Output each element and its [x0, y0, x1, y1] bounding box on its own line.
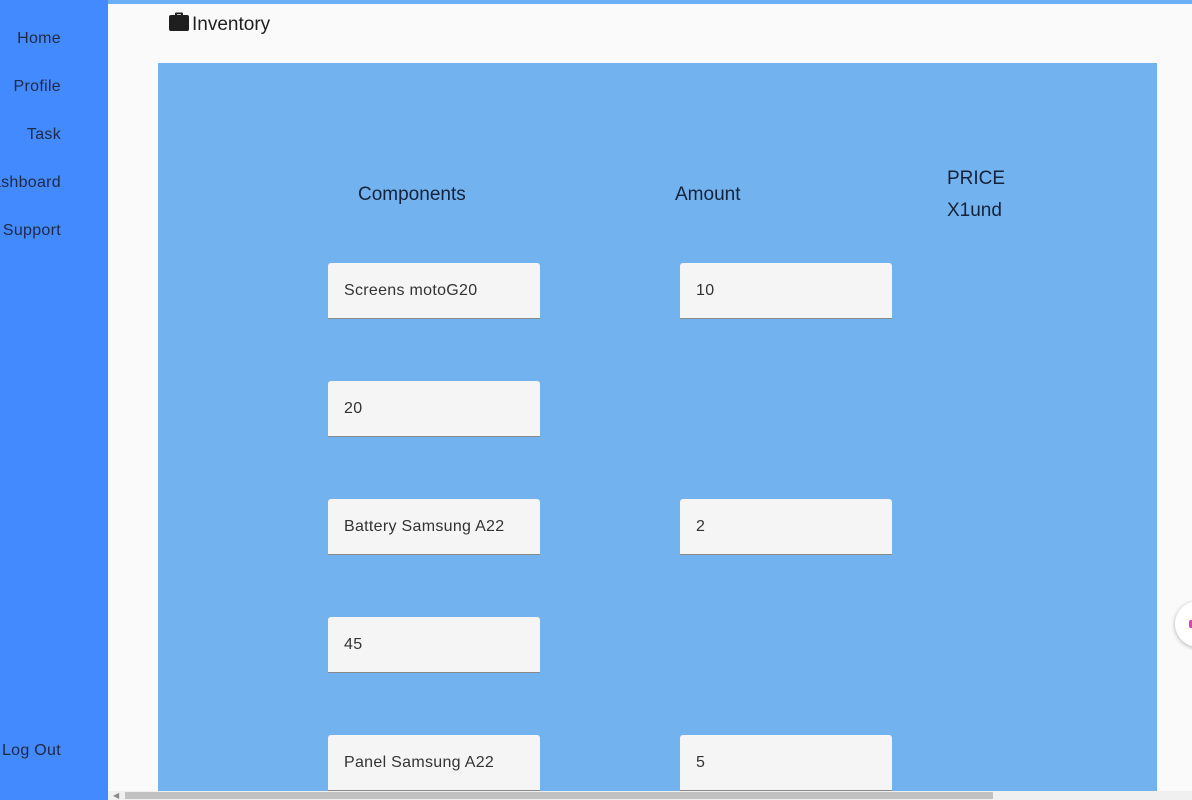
sidebar: Home Profile Task Dashboard Support Log … [0, 0, 108, 800]
sidebar-item-support[interactable]: Support [3, 222, 61, 240]
scroll-left-icon[interactable]: ◀ [113, 792, 119, 800]
component-field[interactable]: Screens motoG20 [328, 263, 540, 319]
page-title: Inventory [168, 12, 271, 36]
column-header-price-unit: X1und [947, 200, 1002, 221]
component-field[interactable]: 20 [328, 381, 540, 437]
sidebar-item-task[interactable]: Task [27, 126, 61, 144]
inventory-panel: Components Amount PRICE X1und Screens mo… [158, 63, 1157, 800]
sidebar-item-dashboard[interactable]: Dashboard [0, 174, 61, 192]
briefcase-icon [169, 12, 189, 31]
amount-field[interactable]: 10 [680, 263, 892, 319]
amount-field[interactable]: 2 [680, 499, 892, 555]
horizontal-scrollbar[interactable]: ◀ [108, 791, 1192, 800]
component-field[interactable]: Battery Samsung A22 [328, 499, 540, 555]
scrollbar-thumb[interactable] [125, 792, 993, 799]
column-header-components: Components [358, 184, 466, 205]
page-title-text: Inventory [192, 14, 271, 35]
column-header-amount: Amount [675, 184, 741, 205]
sidebar-item-home[interactable]: Home [17, 30, 61, 48]
column-header-price: PRICE [947, 168, 1006, 189]
component-field[interactable]: Panel Samsung A22 [328, 735, 540, 791]
top-bar [108, 0, 1192, 4]
amount-field[interactable]: 5 [680, 735, 892, 791]
sidebar-item-profile[interactable]: Profile [14, 78, 61, 96]
component-field[interactable]: 45 [328, 617, 540, 673]
sidebar-item-logout[interactable]: Log Out [2, 742, 61, 760]
floating-action-button[interactable] [1175, 601, 1192, 647]
